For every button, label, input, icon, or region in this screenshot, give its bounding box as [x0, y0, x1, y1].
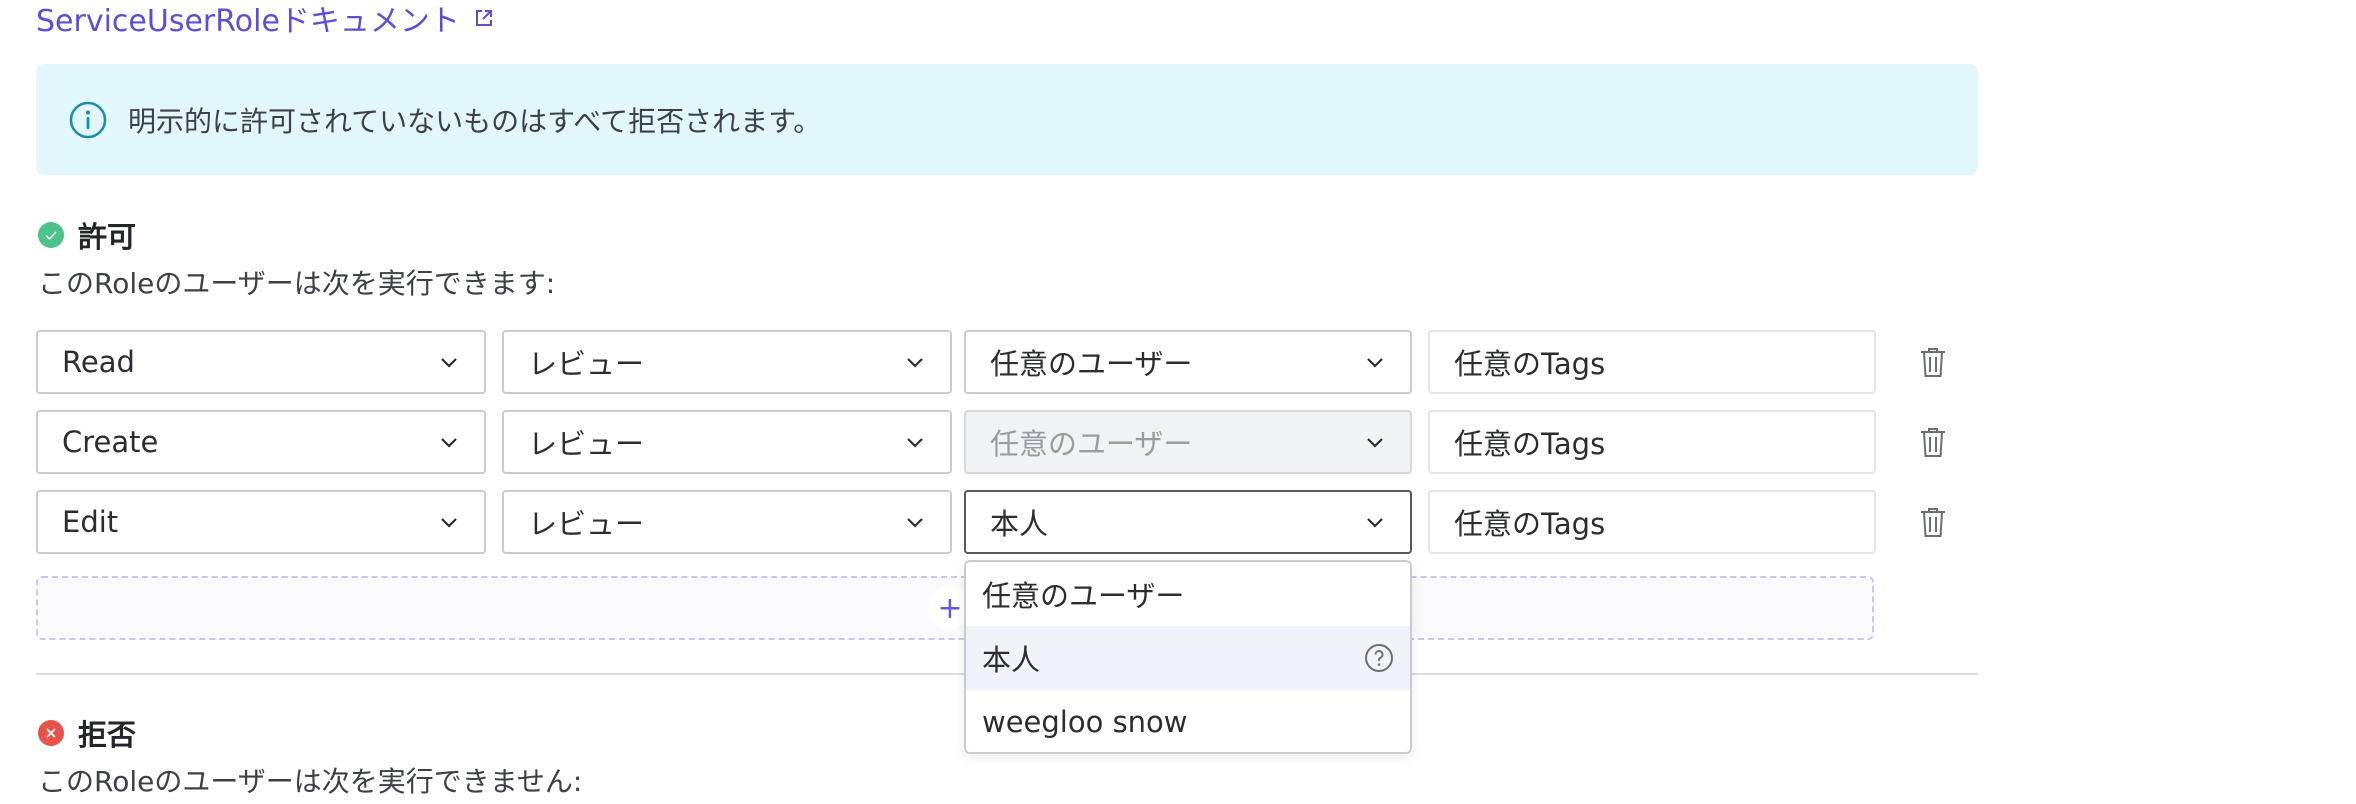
- doc-link[interactable]: ServiceUserRoleドキュメント: [36, 0, 494, 40]
- deny-subtitle: このRoleのユーザーは次を実行できません:: [38, 765, 583, 798]
- chevron-down-icon: [907, 358, 923, 368]
- deny-heading: 拒否: [38, 712, 136, 754]
- action-select[interactable]: Edit: [36, 490, 486, 554]
- plus-icon: +: [937, 590, 963, 626]
- doc-link-label: ServiceUserRoleドキュメント: [36, 4, 460, 39]
- role-editor-page: ServiceUserRoleドキュメント 明示的に許可されていないものはすべて…: [0, 0, 2356, 804]
- resource-select[interactable]: レビュー: [502, 410, 952, 474]
- tags-field-value: 任意のTags: [1454, 427, 1606, 461]
- scope-select-disabled: 任意のユーザー: [964, 410, 1412, 474]
- scope-select-value: 任意のユーザー: [990, 427, 1193, 461]
- scope-select[interactable]: 任意のユーザー: [964, 330, 1412, 394]
- action-select[interactable]: Create: [36, 410, 486, 474]
- allow-subtitle: このRoleのユーザーは次を実行できます:: [38, 267, 556, 300]
- tags-field-value: 任意のTags: [1454, 507, 1606, 541]
- tags-field[interactable]: 任意のTags: [1428, 490, 1876, 554]
- action-select[interactable]: Read: [36, 330, 486, 394]
- trash-icon[interactable]: [1917, 345, 1949, 379]
- resource-select-value: レビュー: [528, 507, 645, 541]
- check-circle-icon: [38, 222, 64, 248]
- resource-select-value: レビュー: [528, 427, 645, 461]
- help-circle-icon[interactable]: [1364, 643, 1394, 673]
- deny-title: 拒否: [78, 718, 137, 752]
- tags-field[interactable]: 任意のTags: [1428, 410, 1876, 474]
- chevron-down-icon: [1367, 358, 1383, 368]
- chevron-down-icon: [441, 518, 457, 528]
- notice-text: 明示的に許可されていないものはすべて拒否されます。: [128, 104, 822, 138]
- chevron-down-icon: [907, 518, 923, 528]
- trash-icon[interactable]: [1917, 425, 1949, 459]
- dropdown-option-self[interactable]: 本人: [966, 626, 1410, 690]
- tags-field[interactable]: 任意のTags: [1428, 330, 1876, 394]
- option-label: 任意のユーザー: [982, 579, 1185, 613]
- chevron-down-icon: [907, 438, 923, 448]
- info-icon: [69, 101, 107, 138]
- option-label: 本人: [982, 643, 1041, 677]
- allow-heading: 許可: [38, 214, 136, 256]
- action-select-value: Edit: [62, 505, 119, 539]
- trash-icon[interactable]: [1917, 505, 1949, 539]
- chevron-down-icon: [441, 358, 457, 368]
- scope-select-value: 本人: [990, 507, 1049, 541]
- option-label: weegloo snow: [982, 705, 1188, 739]
- scope-select-open[interactable]: 本人: [964, 490, 1412, 554]
- resource-select[interactable]: レビュー: [502, 490, 952, 554]
- dropdown-option-user[interactable]: weegloo snow: [966, 690, 1410, 752]
- action-select-value: Create: [62, 425, 159, 459]
- chevron-down-icon: [441, 438, 457, 448]
- dropdown-option-any-user[interactable]: 任意のユーザー: [966, 562, 1410, 626]
- chevron-down-icon: [1367, 438, 1383, 448]
- tags-field-value: 任意のTags: [1454, 347, 1606, 381]
- allow-title: 許可: [78, 220, 137, 254]
- x-circle-icon: [38, 720, 64, 746]
- scope-dropdown-menu: 任意のユーザー 本人 weegloo snow: [964, 560, 1412, 754]
- external-link-icon: [475, 10, 492, 26]
- chevron-down-icon: [1367, 518, 1383, 528]
- action-select-value: Read: [62, 345, 135, 379]
- resource-select-value: レビュー: [528, 347, 645, 381]
- info-notice: 明示的に許可されていないものはすべて拒否されます。: [36, 64, 1978, 175]
- resource-select[interactable]: レビュー: [502, 330, 952, 394]
- scope-select-value: 任意のユーザー: [990, 347, 1193, 381]
